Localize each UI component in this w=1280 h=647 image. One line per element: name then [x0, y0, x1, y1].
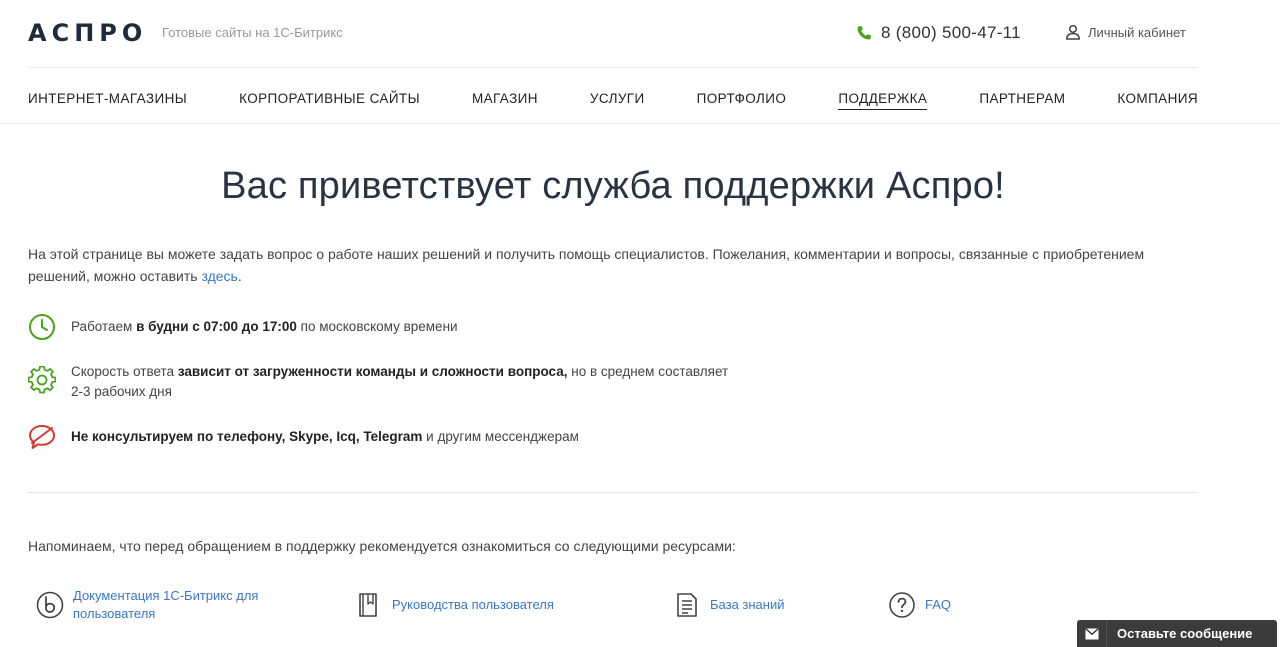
feature-no-messengers: Не консультируем по телефону, Skype, Icq… [28, 423, 579, 453]
resources-intro: Напоминаем, что перед обращением в подде… [28, 538, 736, 554]
resource-label: Руководства пользователя [392, 597, 554, 612]
intro-end: . [237, 268, 242, 284]
resource-label: Документация 1С-Битрикс для пользователя [73, 588, 259, 621]
clock-icon [28, 313, 58, 343]
leave-message-label: Оставьте сообщение [1117, 626, 1253, 641]
phone-icon [857, 26, 871, 40]
intro-text: На этой странице вы можете задать вопрос… [28, 243, 1198, 287]
nav-item-internet-shops[interactable]: ИНТЕРНЕТ-МАГАЗИНЫ [28, 83, 187, 109]
account-link[interactable]: Личный кабинет [1065, 22, 1186, 42]
nav-item-partners[interactable]: ПАРТНЕРАМ [979, 83, 1065, 109]
leave-message-widget[interactable]: Оставьте сообщение [1077, 620, 1277, 647]
envelope-icon [1077, 620, 1107, 647]
user-icon [1066, 24, 1080, 40]
feature-text: Не консультируем по телефону, Skype, Icq… [71, 429, 579, 444]
top-bar: АСПРО Готовые сайты на 1С-Битрикс 8 (800… [28, 0, 1198, 68]
phone-number: 8 (800) 500-47-11 [881, 23, 1021, 42]
page-title: Вас приветствует служба поддержки Аспро! [221, 165, 1005, 207]
gear-icon [28, 366, 58, 396]
feature-response-speed: Скорость ответа зависит от загруженности… [28, 362, 728, 402]
resource-faq[interactable]: FAQ [888, 591, 951, 619]
nav-item-corporate-sites[interactable]: КОРПОРАТИВНЫЕ САЙТЫ [239, 83, 420, 109]
document-icon [673, 591, 701, 619]
phone-link[interactable]: 8 (800) 500-47-11 [856, 21, 1021, 45]
section-divider [28, 492, 1198, 493]
feature-working-hours: Работаем в будни с 07:00 до 17:00 по мос… [28, 313, 458, 343]
nav-item-services[interactable]: УСЛУГИ [590, 83, 645, 109]
intro-body: На этой странице вы можете задать вопрос… [28, 246, 1145, 284]
resource-knowledge-base[interactable]: База знаний [673, 591, 785, 619]
nav-item-portfolio[interactable]: ПОРТФОЛИО [697, 83, 787, 109]
main-nav: ИНТЕРНЕТ-МАГАЗИНЫ КОРПОРАТИВНЫЕ САЙТЫ МА… [28, 70, 1198, 122]
site-header: АСПРО Готовые сайты на 1С-Битрикс 8 (800… [0, 0, 1280, 124]
question-icon [888, 591, 916, 619]
logo[interactable]: АСПРО [28, 19, 147, 47]
book-icon [355, 591, 383, 619]
bitrix-icon [36, 591, 64, 619]
nav-item-support[interactable]: ПОДДЕРЖКА [838, 83, 928, 110]
no-chat-icon [28, 423, 58, 453]
account-label: Личный кабинет [1088, 24, 1186, 40]
tagline: Готовые сайты на 1С-Битрикс [162, 25, 343, 40]
resource-bitrix-docs[interactable]: Документация 1С-Битрикс для пользователя [36, 587, 258, 623]
resource-user-guides[interactable]: Руководства пользователя [355, 591, 554, 619]
nav-item-company[interactable]: КОМПАНИЯ [1117, 83, 1198, 109]
feature-text: Скорость ответа зависит от загруженности… [71, 364, 729, 399]
nav-item-shop[interactable]: МАГАЗИН [472, 83, 538, 109]
resource-label: FAQ [925, 597, 952, 612]
resource-label: База знаний [710, 597, 785, 612]
intro-here-link[interactable]: здесь [201, 268, 237, 284]
feature-text: Работаем в будни с 07:00 до 17:00 по мос… [71, 319, 458, 334]
